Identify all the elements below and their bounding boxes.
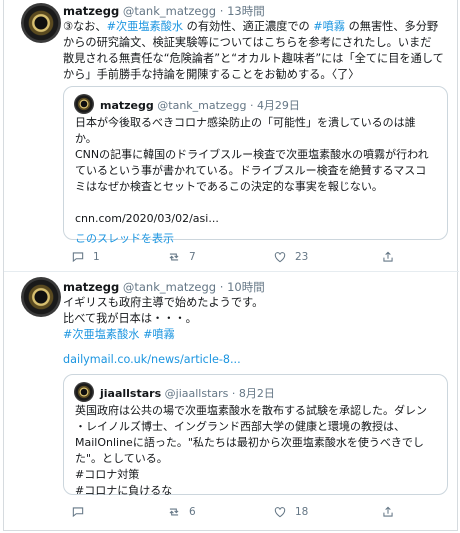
external-link[interactable]: dailymail.co.uk/news/article-8...: [63, 352, 241, 368]
tweet-actions: 6 18: [63, 505, 443, 523]
timestamp[interactable]: 13時間: [227, 4, 265, 18]
quoted-line: か。: [75, 132, 97, 145]
retweet-icon: [169, 253, 179, 261]
quoted-line: #コロナに負けるな: [75, 484, 173, 497]
like-button[interactable]: 18: [273, 505, 308, 519]
author-name[interactable]: matzegg: [63, 280, 119, 294]
author-name[interactable]: matzegg: [63, 4, 119, 18]
tweet-text-line: イギリスも政府主導で始めたようです。: [63, 295, 455, 311]
quoted-timestamp: 4月29日: [256, 99, 300, 112]
tweet-text-segment: からの研究論文、検証実験等についてはこちらを参考にされたし。いまだ: [63, 36, 432, 49]
show-thread-link[interactable]: このスレッドを表示: [75, 231, 440, 247]
like-button[interactable]: 23: [273, 250, 308, 264]
quoted-author-handle: @jiaallstars: [164, 387, 229, 400]
quoted-line: ているという事が書かれている。ドライブスルー検査を絶賛するマスコ: [75, 164, 427, 177]
tweet-text-segment: 散見される無責任な“危険論者”と“オカルト趣味者”には「全てに目を通して: [63, 52, 444, 65]
author-handle[interactable]: @tank_matzegg: [123, 4, 216, 18]
tweet-text-line: ③なお、#次亜塩素酸水 の有効性、適正濃度での #噴霧 の無害性、多分野: [63, 19, 455, 35]
tweet-header: matzegg @tank_matzegg · 13時間: [63, 3, 265, 19]
share-icon: [383, 506, 393, 517]
tweet-text-segment: 比べて我が日本は・・・。: [63, 312, 197, 325]
tweet-text: ③なお、#次亜塩素酸水 の有効性、適正濃度での #噴霧 の無害性、多分野 からの研…: [63, 19, 455, 83]
quoted-tweet[interactable]: jiaallstars @jiaallstars · 8月2日 英国政府は公共の…: [63, 374, 448, 497]
quoted-line: #コロナ対策: [75, 468, 140, 481]
quoted-tweet[interactable]: matzegg @tank_matzegg · 4月29日 日本が今後取るべきコ…: [63, 86, 448, 245]
separator: ·: [219, 280, 224, 294]
quoted-author-name: jiaallstars: [100, 387, 162, 400]
quoted-author-name: matzegg: [100, 99, 154, 112]
hashtag-link[interactable]: #噴霧: [313, 20, 345, 33]
tweet-text-line: 比べて我が日本は・・・。: [63, 311, 455, 327]
quoted-line: MailOnlineに語った。"私たちは最初から次亜塩素酸水を使うべきでし: [75, 436, 424, 449]
quoted-line: た"。としている。: [75, 452, 168, 465]
share-button[interactable]: [381, 250, 395, 264]
timestamp[interactable]: 10時間: [227, 280, 265, 294]
author-handle[interactable]: @tank_matzegg: [123, 280, 216, 294]
hashtag-link[interactable]: #次亜塩素酸水: [63, 328, 140, 341]
hashtag-link[interactable]: #噴霧: [143, 328, 175, 341]
avatar: [74, 382, 94, 402]
tweet-text-segment: から」手前勝手な持論を開陳することをお勧めする。〈了〉: [63, 68, 360, 81]
reply-button[interactable]: 1: [71, 250, 100, 264]
quoted-line: ・レイノルズ博士、イングランド西部大学の健康と環境の教授は、: [75, 420, 405, 433]
tweet-text-segment: の無害性、多分野: [345, 20, 439, 33]
avatar[interactable]: [21, 3, 61, 43]
reply-icon: [72, 252, 84, 263]
tweet-text-line: からの研究論文、検証実験等についてはこちらを参考にされたし。いまだ: [63, 35, 455, 51]
quoted-line: ミはなぜか検査とセットであるこの決定的な事実を報じない。: [75, 180, 383, 193]
like-count: 18: [295, 506, 309, 518]
separator: ·: [231, 387, 236, 400]
heart-icon: [274, 507, 286, 518]
tweet-text-segment: イギリスも政府主導で始めたようです。: [63, 296, 264, 309]
heart-icon: [274, 252, 286, 263]
quoted-tweet-header: jiaallstars @jiaallstars · 8月2日: [100, 385, 275, 401]
reply-icon: [72, 507, 84, 518]
quoted-tweet-header: matzegg @tank_matzegg · 4月29日: [100, 97, 300, 113]
tweet-actions: 1 7 23: [63, 250, 443, 268]
share-button[interactable]: [381, 505, 395, 519]
quoted-link[interactable]: cnn.com/2020/03/02/asi...: [75, 211, 440, 227]
tweet-2[interactable]: matzegg @tank_matzegg · 10時間 イギリスも政府主導で始…: [4, 272, 459, 531]
reply-button[interactable]: [71, 505, 93, 519]
quoted-timestamp: 8月2日: [238, 387, 275, 400]
quoted-tweet-text: 日本が今後取るべきコロナ感染防止の「可能性」を潰しているのは誰 か。 CNNの記…: [75, 115, 440, 247]
quoted-author-handle: @tank_matzegg: [157, 99, 247, 112]
separator: ·: [249, 99, 254, 112]
quoted-line: [75, 195, 440, 211]
avatar[interactable]: [21, 277, 61, 317]
avatar: [74, 94, 94, 114]
quoted-line: CNNの記事に韓国のドライブスルー検査で次亜塩素酸水の噴霧が行われ: [75, 148, 429, 161]
quoted-line: 英国政府は公共の場で次亜塩素酸水を散布する試験を承認した。ダレン: [75, 404, 427, 417]
tweet-header: matzegg @tank_matzegg · 10時間: [63, 279, 265, 295]
retweet-button[interactable]: 7: [167, 250, 196, 264]
tweet-1[interactable]: matzegg @tank_matzegg · 13時間 ③なお、#次亜塩素酸水…: [4, 0, 459, 270]
tweet-text-segment: ③なお、: [63, 20, 107, 33]
quoted-line: 日本が今後取るべきコロナ感染防止の「可能性」を潰しているのは誰: [75, 116, 416, 129]
retweet-count: 7: [189, 251, 196, 263]
retweet-count: 6: [189, 506, 196, 518]
hashtag-link[interactable]: #次亜塩素酸水: [107, 20, 184, 33]
tweet-text-line: 散見される無責任な“危険論者”と“オカルト趣味者”には「全てに目を通して: [63, 51, 455, 67]
like-count: 23: [295, 251, 309, 263]
tweet-text-segment: の有効性、適正濃度での: [183, 20, 314, 33]
tweet-text: イギリスも政府主導で始めたようです。 比べて我が日本は・・・。 #次亜塩素酸水 #噴…: [63, 295, 455, 343]
retweet-icon: [169, 508, 179, 516]
quoted-tweet-text: 英国政府は公共の場で次亜塩素酸水を散布する試験を承認した。ダレン ・レイノルズ博…: [75, 403, 440, 499]
tweet-text-line: #次亜塩素酸水 #噴霧: [63, 327, 455, 343]
retweet-button[interactable]: 6: [167, 505, 196, 519]
timeline: matzegg @tank_matzegg · 13時間 ③なお、#次亜塩素酸水…: [3, 0, 459, 531]
share-icon: [383, 251, 393, 262]
tweet-text-line: から」手前勝手な持論を開陳することをお勧めする。〈了〉: [63, 67, 455, 83]
reply-count: 1: [93, 251, 100, 263]
separator: ·: [219, 4, 224, 18]
